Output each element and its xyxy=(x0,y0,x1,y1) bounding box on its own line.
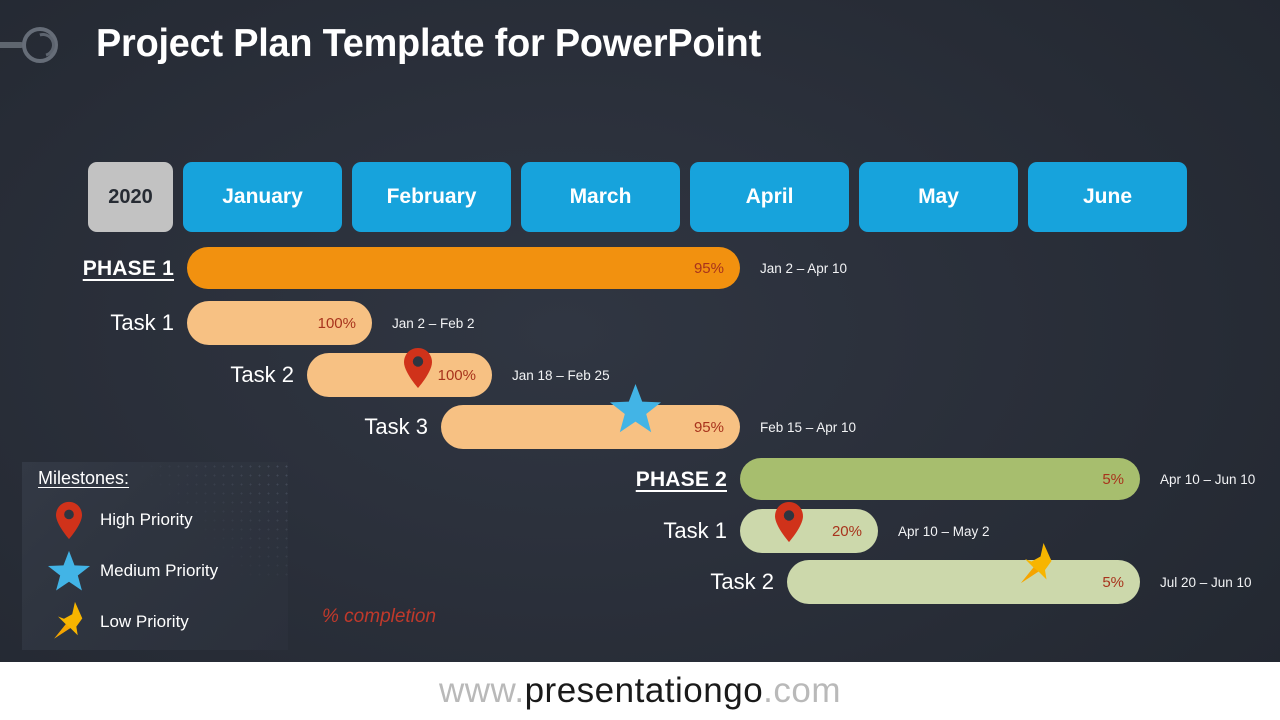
row-label-p1-task-3: Task 3 xyxy=(364,414,428,439)
gantt-bar-p1-task-1[interactable]: 100% xyxy=(187,301,372,345)
legend-label-high-priority: High Priority xyxy=(100,510,193,529)
gantt-bar-p1-task-3[interactable]: 95% xyxy=(441,405,740,449)
legend-item-medium-priority: Medium Priority xyxy=(38,550,219,592)
gantt-date-p1-task-2: Jan 18 – Feb 25 xyxy=(512,367,610,383)
gantt-row-phase-2[interactable]: PHASE 2 5% Apr 10 – Jun 10 xyxy=(636,457,1255,501)
footer-url-suffix: .com xyxy=(763,671,842,710)
legend-title: Milestones: xyxy=(38,468,130,488)
legend-label-medium-priority: Medium Priority xyxy=(100,561,219,580)
map-pin-icon xyxy=(38,501,100,540)
gantt-bar-percent-phase-1: 95% xyxy=(693,259,724,277)
legend-item-high-priority: High Priority xyxy=(38,500,193,540)
gantt-row-p1-task-2[interactable]: Task 2 100% Jan 18 – Feb 25 xyxy=(230,353,610,397)
gantt-date-p2-task-1: Apr 10 – May 2 xyxy=(898,523,990,539)
gantt-bar-phase-1[interactable]: 95% xyxy=(187,247,740,289)
gantt-row-phase-1[interactable]: PHASE 1 95% Jan 2 – Apr 10 xyxy=(83,246,847,290)
gantt-row-p1-task-1[interactable]: Task 1 100% Jan 2 – Feb 2 xyxy=(110,301,475,345)
gantt-row-p1-task-3[interactable]: Task 3 95% Feb 15 – Apr 10 xyxy=(364,405,856,449)
gantt-bar-percent-p1-task-2: 100% xyxy=(437,366,476,384)
gantt-bar-phase-2[interactable]: 5% xyxy=(740,458,1140,500)
gantt-bar-p2-task-1[interactable]: 20% xyxy=(740,509,878,553)
footer-url: www.presentationgo.com xyxy=(439,671,841,711)
timeline-year-cell: 2020 xyxy=(88,162,173,232)
row-label-p2-task-2: Task 2 xyxy=(710,569,774,594)
legend-item-low-priority: Low Priority xyxy=(38,600,189,644)
gantt-bar-percent-p1-task-1: 100% xyxy=(317,314,356,332)
pushpin-icon xyxy=(38,600,100,644)
row-label-phase-2: PHASE 2 xyxy=(635,467,727,491)
timeline-month-may: May xyxy=(859,162,1018,232)
timeline-header: 2020 January February March April May Ju… xyxy=(88,162,1187,232)
legend-label-low-priority: Low Priority xyxy=(100,612,189,631)
gantt-date-p2-task-2: Jul 20 – Jun 10 xyxy=(1160,574,1252,590)
gantt-date-p1-task-1: Jan 2 – Feb 2 xyxy=(392,315,475,331)
gantt-row-p2-task-1[interactable]: Task 1 20% Apr 10 – May 2 xyxy=(663,509,990,553)
timeline-month-january: January xyxy=(183,162,342,232)
gantt-date-p1-task-3: Feb 15 – Apr 10 xyxy=(760,419,857,435)
gantt-bar-percent-p1-task-3: 95% xyxy=(693,418,724,436)
gantt-row-p2-task-2[interactable]: Task 2 5% Jul 20 – Jun 10 xyxy=(710,560,1252,604)
row-label-p2-task-1: Task 1 xyxy=(663,518,727,543)
row-label-p1-task-1: Task 1 xyxy=(110,310,174,335)
logo-stem xyxy=(0,42,24,48)
gantt-date-phase-2: Apr 10 – Jun 10 xyxy=(1160,471,1256,487)
star-icon xyxy=(38,550,100,592)
slide-canvas: Project Plan Template for PowerPoint 202… xyxy=(0,0,1280,720)
completion-note: % completion xyxy=(322,606,437,627)
footer-url-prefix: www. xyxy=(438,671,525,710)
gantt-date-phase-1: Jan 2 – Apr 10 xyxy=(760,260,848,276)
gantt-bar-p2-task-2[interactable]: 5% xyxy=(787,560,1140,604)
timeline-month-april: April xyxy=(690,162,849,232)
footer-url-brand: presentationgo xyxy=(524,671,764,710)
milestones-legend-panel: Milestones: High Priority Medium Priorit… xyxy=(22,462,288,650)
brand-ring-logo-icon xyxy=(0,22,70,68)
gantt-bar-percent-phase-2: 5% xyxy=(1102,470,1124,488)
gantt-bar-percent-p2-task-1: 20% xyxy=(831,522,862,540)
timeline-month-june: June xyxy=(1028,162,1187,232)
footer-watermark: www.presentationgo.com xyxy=(0,662,1280,720)
gantt-bar-percent-p2-task-2: 5% xyxy=(1102,573,1124,591)
timeline-month-march: March xyxy=(521,162,680,232)
row-label-phase-1: PHASE 1 xyxy=(82,256,174,280)
timeline-month-february: February xyxy=(352,162,511,232)
row-label-p1-task-2: Task 2 xyxy=(230,362,294,387)
page-title: Project Plan Template for PowerPoint xyxy=(96,22,761,65)
gantt-bar-p1-task-2[interactable]: 100% xyxy=(307,353,492,397)
